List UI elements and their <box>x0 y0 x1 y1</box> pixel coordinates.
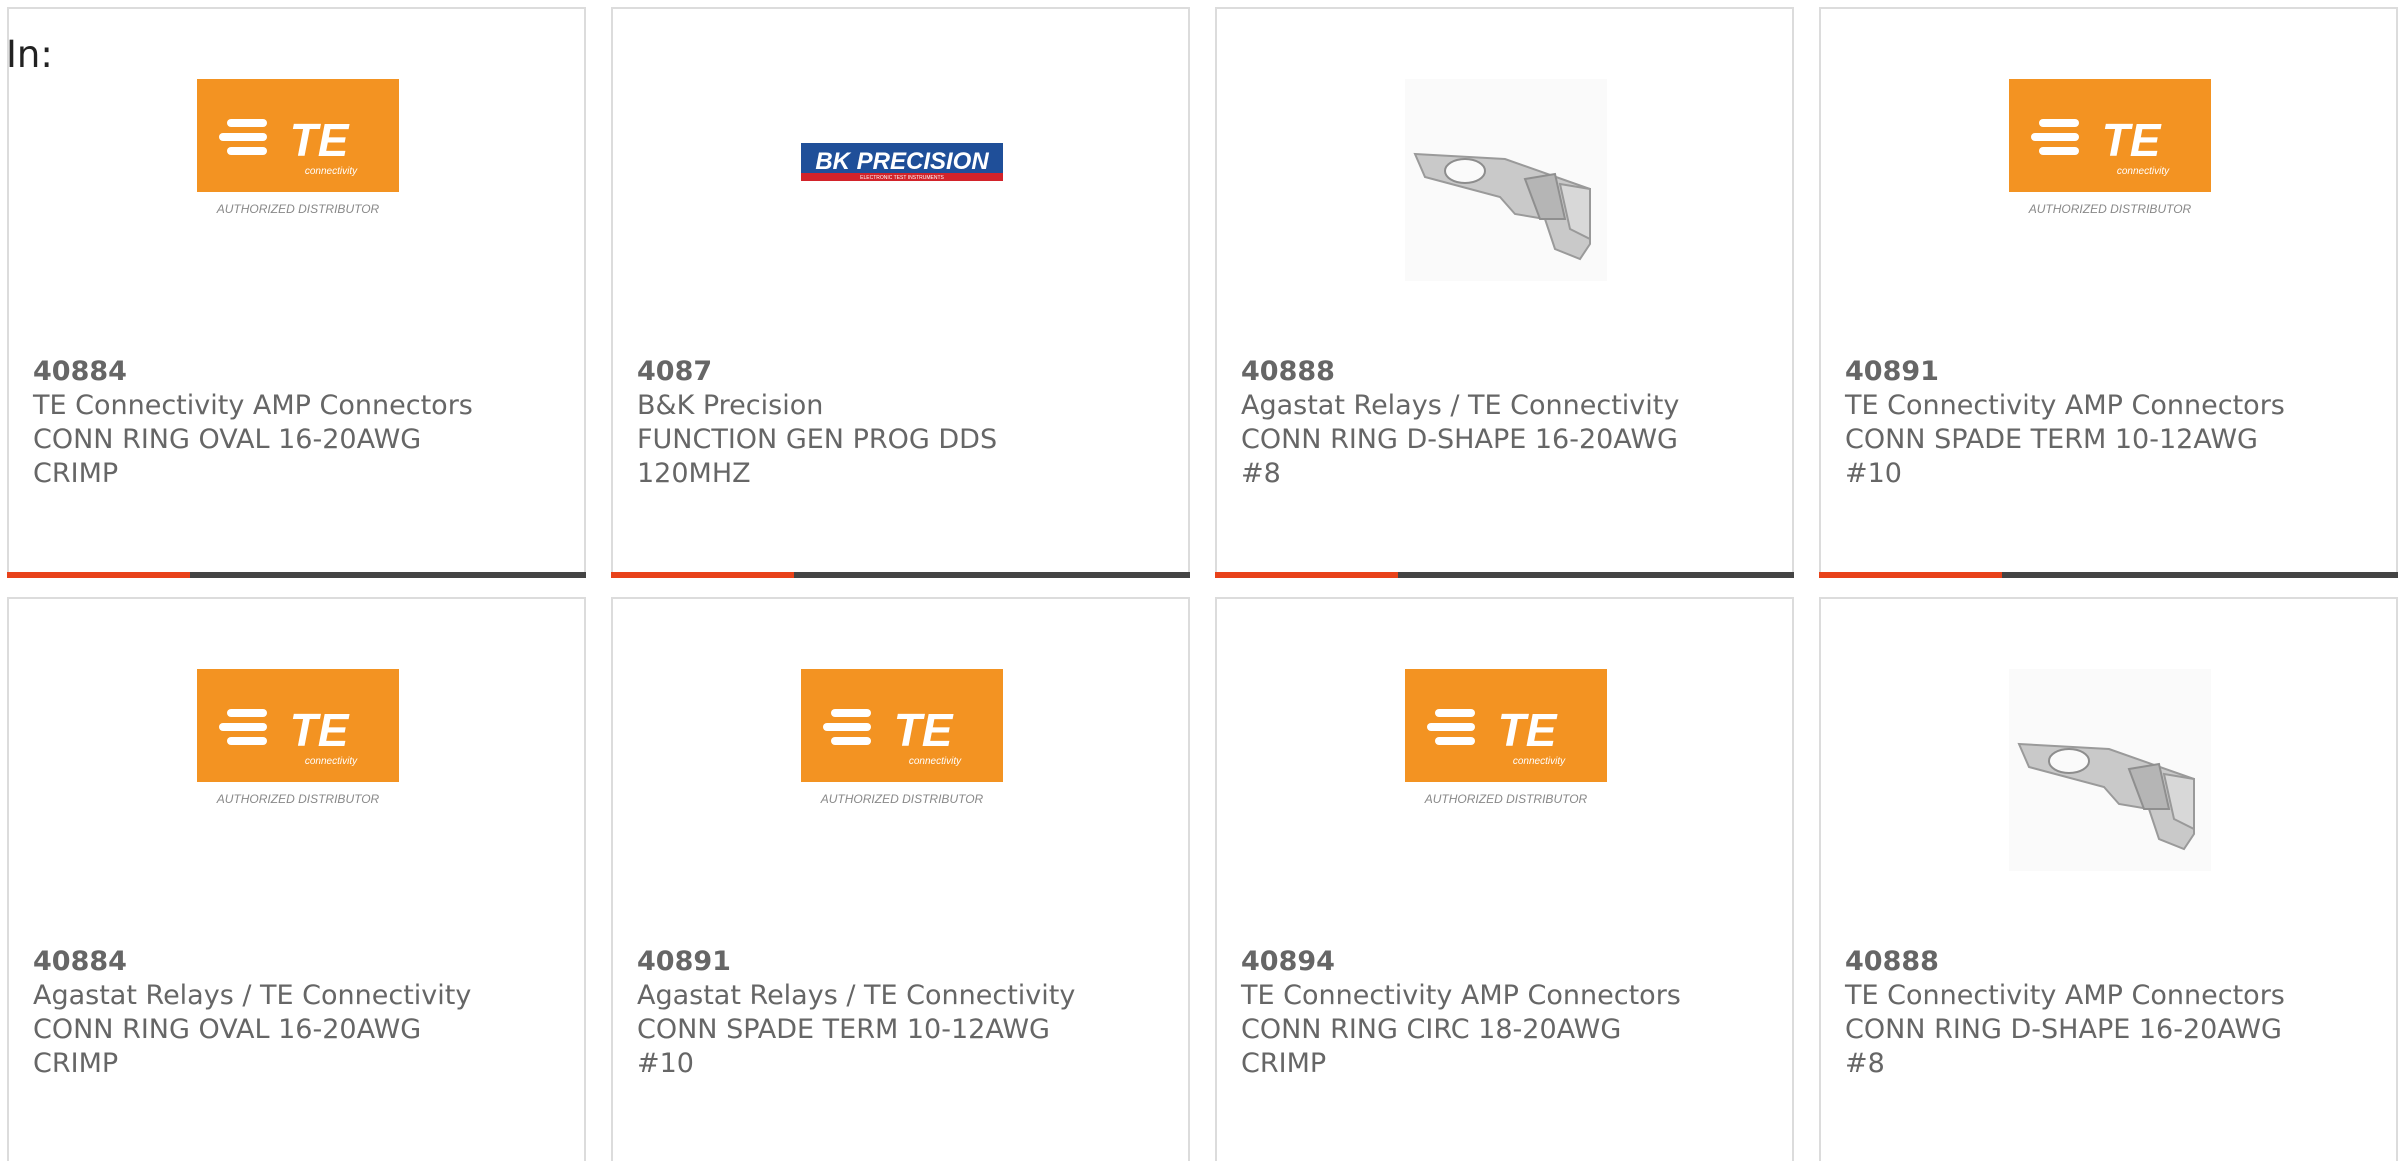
te-logo-text: TE <box>1498 704 1558 756</box>
description-line: #8 <box>1845 1048 1885 1079</box>
card-bottom-bar <box>1819 572 2398 578</box>
part-number[interactable]: 4087 <box>637 355 1157 389</box>
description-line: #10 <box>637 1048 694 1079</box>
card-accent-bar <box>1215 572 1398 578</box>
te-logo-text: TE <box>290 114 350 166</box>
svg-text:connectivity: connectivity <box>2117 166 2170 177</box>
te-logo-text: TE <box>290 704 350 756</box>
te-logo-text: TE <box>894 704 954 756</box>
manufacturer: TE Connectivity AMP Connectors <box>1241 980 1681 1011</box>
product-card[interactable]: TE connectivity AUTHORIZED DISTRIBUTOR 4… <box>611 597 1190 1161</box>
product-info: 40888 TE Connectivity AMP Connectors CON… <box>1845 945 2365 1081</box>
description-line: CONN SPADE TERM 10-12AWG <box>1845 424 2258 455</box>
description-line: CRIMP <box>33 458 119 489</box>
svg-text:connectivity: connectivity <box>305 756 358 767</box>
svg-text:ELECTRONIC TEST INSTRUMENTS: ELECTRONIC TEST INSTRUMENTS <box>860 175 944 181</box>
part-number[interactable]: 40888 <box>1845 945 2365 979</box>
manufacturer: TE Connectivity AMP Connectors <box>1845 390 2285 421</box>
svg-text:AUTHORIZED DISTRIBUTOR: AUTHORIZED DISTRIBUTOR <box>216 792 380 806</box>
product-card[interactable]: TE connectivity AUTHORIZED DISTRIBUTOR 4… <box>1819 7 2398 578</box>
te-connectivity-logo: TE connectivity AUTHORIZED DISTRIBUTOR <box>197 669 399 871</box>
part-number[interactable]: 40891 <box>637 945 1157 979</box>
svg-text:connectivity: connectivity <box>1513 756 1566 767</box>
product-info: 40894 TE Connectivity AMP Connectors CON… <box>1241 945 1761 1081</box>
description-line: #10 <box>1845 458 1902 489</box>
filter-in-label: In: <box>6 33 53 76</box>
product-grid-page: In: TE connectivity AUTHORIZED DISTRIBUT… <box>0 0 2400 1161</box>
product-card[interactable]: TE connectivity AUTHORIZED DISTRIBUTOR 4… <box>1215 597 1794 1161</box>
bk-logo-text: BK PRECISION <box>815 148 989 175</box>
card-bottom-bar <box>1215 572 1794 578</box>
manufacturer: TE Connectivity AMP Connectors <box>1845 980 2285 1011</box>
product-card[interactable]: 40888 TE Connectivity AMP Connectors CON… <box>1819 597 2398 1161</box>
description-line: CONN RING OVAL 16-20AWG <box>33 1014 422 1045</box>
svg-text:AUTHORIZED DISTRIBUTOR: AUTHORIZED DISTRIBUTOR <box>820 792 984 806</box>
card-bottom-bar <box>7 572 586 578</box>
ring-terminal-photo <box>1405 79 1607 281</box>
bk-precision-logo: BK PRECISION ELECTRONIC TEST INSTRUMENTS <box>801 79 1003 281</box>
manufacturer: Agastat Relays / TE Connectivity <box>637 980 1076 1011</box>
card-accent-bar <box>611 572 794 578</box>
part-number[interactable]: 40888 <box>1241 355 1761 389</box>
description-line: CONN SPADE TERM 10-12AWG <box>637 1014 1050 1045</box>
part-number[interactable]: 40884 <box>33 355 553 389</box>
part-number[interactable]: 40894 <box>1241 945 1761 979</box>
description-line: CONN RING D-SHAPE 16-20AWG <box>1845 1014 2282 1045</box>
svg-text:AUTHORIZED DISTRIBUTOR: AUTHORIZED DISTRIBUTOR <box>216 202 380 216</box>
te-connectivity-logo: TE connectivity AUTHORIZED DISTRIBUTOR <box>2009 79 2211 281</box>
description-line: FUNCTION GEN PROG DDS <box>637 424 998 455</box>
svg-text:connectivity: connectivity <box>305 166 358 177</box>
svg-text:connectivity: connectivity <box>909 756 962 767</box>
te-connectivity-logo: TE connectivity AUTHORIZED DISTRIBUTOR <box>1405 669 1607 871</box>
description-line: CONN RING D-SHAPE 16-20AWG <box>1241 424 1678 455</box>
product-info: 40891 Agastat Relays / TE Connectivity C… <box>637 945 1157 1081</box>
part-number[interactable]: 40884 <box>33 945 553 979</box>
description-line: CRIMP <box>1241 1048 1327 1079</box>
manufacturer: Agastat Relays / TE Connectivity <box>1241 390 1680 421</box>
product-card[interactable]: TE connectivity AUTHORIZED DISTRIBUTOR 4… <box>7 597 586 1161</box>
product-info: 40884 Agastat Relays / TE Connectivity C… <box>33 945 553 1081</box>
description-line: #8 <box>1241 458 1281 489</box>
card-bottom-bar <box>611 572 1190 578</box>
manufacturer: TE Connectivity AMP Connectors <box>33 390 473 421</box>
svg-text:AUTHORIZED DISTRIBUTOR: AUTHORIZED DISTRIBUTOR <box>2028 202 2192 216</box>
product-card[interactable]: 40888 Agastat Relays / TE Connectivity C… <box>1215 7 1794 578</box>
ring-terminal-photo <box>2009 669 2211 871</box>
part-number[interactable]: 40891 <box>1845 355 2365 389</box>
description-line: CONN RING OVAL 16-20AWG <box>33 424 422 455</box>
manufacturer: B&K Precision <box>637 390 824 421</box>
product-card[interactable]: BK PRECISION ELECTRONIC TEST INSTRUMENTS… <box>611 7 1190 578</box>
product-info: 40888 Agastat Relays / TE Connectivity C… <box>1241 355 1761 491</box>
description-line: CRIMP <box>33 1048 119 1079</box>
card-accent-bar <box>1819 572 2002 578</box>
te-connectivity-logo: TE connectivity AUTHORIZED DISTRIBUTOR <box>801 669 1003 871</box>
card-accent-bar <box>7 572 190 578</box>
product-info: 40891 TE Connectivity AMP Connectors CON… <box>1845 355 2365 491</box>
description-line: CONN RING CIRC 18-20AWG <box>1241 1014 1622 1045</box>
product-card[interactable]: TE connectivity AUTHORIZED DISTRIBUTOR 4… <box>7 7 586 578</box>
te-connectivity-logo: TE connectivity AUTHORIZED DISTRIBUTOR <box>197 79 399 281</box>
description-line: 120MHZ <box>637 458 751 489</box>
manufacturer: Agastat Relays / TE Connectivity <box>33 980 472 1011</box>
product-info: 40884 TE Connectivity AMP Connectors CON… <box>33 355 553 491</box>
te-logo-text: TE <box>2102 114 2162 166</box>
product-info: 4087 B&K Precision FUNCTION GEN PROG DDS… <box>637 355 1157 491</box>
svg-text:AUTHORIZED DISTRIBUTOR: AUTHORIZED DISTRIBUTOR <box>1424 792 1588 806</box>
